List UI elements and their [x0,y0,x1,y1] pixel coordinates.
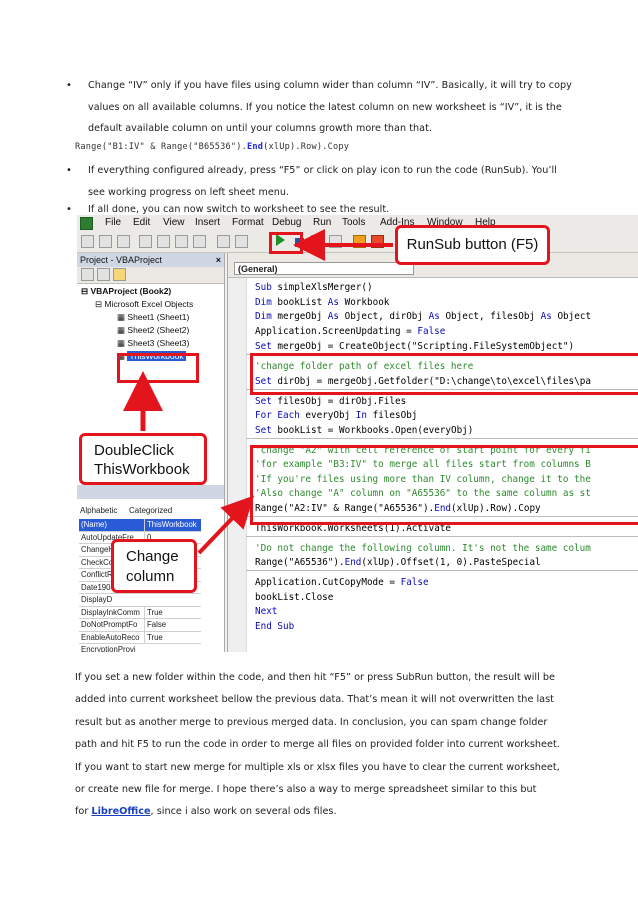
annotation-arrows [123,229,393,555]
bullet-marker: • [66,165,72,176]
bullet-marker: • [66,204,72,215]
body-paragraph: If you set a new folder within the code,… [75,667,620,824]
code-snippet-keyword: End [246,142,264,152]
bullet-line: Change “IV” only if you have files using… [88,80,572,91]
arrow-to-range-line [197,495,255,555]
paragraph-last-line: for LibreOffice, since i also work on se… [75,801,620,823]
paragraph-line: path and hit F5 to run the code in order… [75,739,560,751]
bullet-line: values on all available columns. If you … [88,101,562,113]
vba-editor-screenshot: File Edit View Insert Format Debug Run T… [77,215,638,652]
bullet-line: default available column on until your c… [88,123,432,134]
paragraph-line: If you want to start new merge for multi… [75,761,560,773]
paragraph-line: added into current worksheet bellow the … [75,694,554,706]
bullet-line: If everything configured already, press … [88,165,557,176]
document-page: • Change “IV” only if you have files usi… [0,0,638,903]
paragraph-line: If you set a new folder within the code,… [75,672,555,683]
paragraph-line: result but as another merge to previous … [75,716,548,728]
paragraph-line: or create new file for merge. I hope the… [75,784,537,796]
paragraph-text: for [75,806,92,818]
code-snippet-part: (xlUp).Row).Copy [263,142,350,152]
libreoffice-link[interactable]: LibreOffice [91,806,150,817]
code-snippet-part: Range("B1:IV" & Range("B65536"). [75,142,247,152]
code-snippet: Range("B1:IV" & Range("B65536").End(xlUp… [75,142,349,152]
bullet-marker: • [66,80,72,91]
paragraph-text: , since i also work on several ods files… [150,806,337,818]
